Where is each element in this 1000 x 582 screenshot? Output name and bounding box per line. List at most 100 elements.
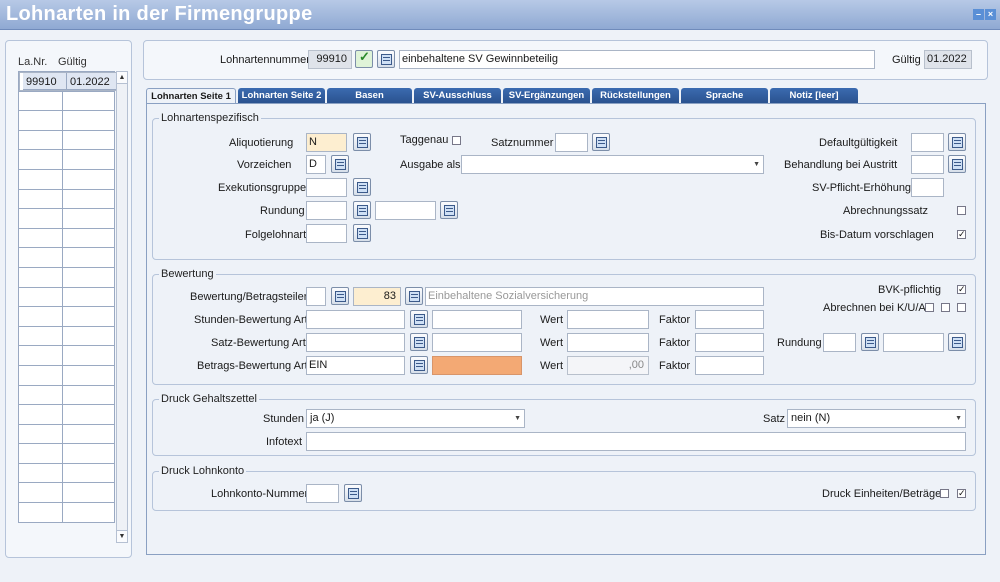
betragsteiler-lookup-2[interactable] [405, 287, 423, 305]
infotext-field[interactable] [306, 432, 966, 451]
scroll-up-arrow[interactable]: ▲ [117, 72, 127, 84]
betrags-bewertung-lookup[interactable] [410, 356, 428, 374]
list-row[interactable]: 99910 01.2022 [19, 72, 121, 91]
list-row[interactable] [19, 91, 115, 112]
list-row[interactable] [19, 111, 115, 131]
list-row[interactable] [19, 405, 115, 425]
folgelohnart-lookup[interactable] [353, 224, 371, 242]
list-row[interactable] [19, 326, 115, 347]
satz-bewertung-field[interactable] [306, 333, 405, 352]
stunden-bewertung-lookup[interactable] [410, 310, 428, 328]
list-row[interactable] [19, 209, 115, 229]
faktor-field-2[interactable] [695, 333, 764, 352]
exekutionsgruppe-field[interactable] [306, 178, 347, 197]
vorzeichen-field[interactable]: D [306, 155, 326, 174]
close-button[interactable]: × [985, 9, 996, 20]
defaultgueltigkeit-field[interactable] [911, 133, 944, 152]
tab-notiz[interactable]: Notiz [leer] [770, 88, 858, 103]
betragsteiler-value[interactable]: 83 [353, 287, 401, 306]
list-row[interactable] [19, 365, 115, 386]
svpflicht-field[interactable] [911, 178, 944, 197]
list-row[interactable] [19, 287, 115, 308]
rundung-lookup[interactable] [353, 201, 371, 219]
list-scrollbar[interactable]: ▲ ▼ [116, 71, 128, 543]
lohnartennummer-field[interactable]: 99910 [308, 50, 352, 69]
scroll-down-arrow[interactable]: ▼ [117, 530, 127, 542]
vorzeichen-lookup[interactable] [331, 155, 349, 173]
stunden-bewertung-text[interactable] [432, 310, 522, 329]
list-row[interactable] [19, 346, 115, 366]
faktor-field-3[interactable] [695, 356, 764, 375]
list-row[interactable] [19, 267, 115, 288]
tab-basen[interactable]: Basen [327, 88, 412, 103]
list-row[interactable] [19, 130, 115, 151]
rundung-field[interactable] [306, 201, 347, 220]
defaultgueltigkeit-lookup[interactable] [948, 133, 966, 151]
list-row[interactable] [19, 424, 115, 445]
list-row[interactable] [19, 189, 115, 210]
minimize-button[interactable]: – [973, 9, 984, 20]
list-row[interactable] [19, 248, 115, 268]
wert-field-3[interactable]: ,00 [567, 356, 649, 375]
kua-checkbox-k[interactable] [925, 303, 934, 312]
betrags-bewertung-field[interactable]: EIN [306, 356, 405, 375]
druck-betraege-checkbox[interactable]: ✓ [957, 489, 966, 498]
kua-checkbox-u[interactable] [941, 303, 950, 312]
ausgabe-select[interactable]: ▼ [461, 155, 764, 174]
satz-bewertung-text[interactable] [432, 333, 522, 352]
confirm-check-button[interactable]: ✓ [355, 49, 373, 68]
tab-sv-ausschluss[interactable]: SV-Ausschluss [414, 88, 501, 103]
list-row[interactable] [19, 503, 115, 523]
druck-satz-select[interactable]: nein (N) ▼ [787, 409, 966, 428]
list-cell-nr: 99910 [23, 73, 67, 90]
list-row[interactable] [19, 483, 115, 504]
tab-lohnarten-seite-1[interactable]: Lohnarten Seite 1 [146, 88, 236, 103]
tab-sprache[interactable]: Sprache [681, 88, 768, 103]
wert-field-1[interactable] [567, 310, 649, 329]
bewertung-rundung-field-2[interactable] [883, 333, 944, 352]
bewertung-rundung-lookup-2[interactable] [948, 333, 966, 351]
tab-rueckstellungen[interactable]: Rückstellungen [592, 88, 679, 103]
aliquotierung-lookup[interactable] [353, 133, 371, 151]
betragsteiler-text[interactable]: Einbehaltene Sozialversicherung [425, 287, 764, 306]
exekutionsgruppe-lookup[interactable] [353, 178, 371, 196]
list-row[interactable] [19, 444, 115, 464]
aliquotierung-field[interactable]: N [306, 133, 347, 152]
abrechnungssatz-checkbox[interactable] [957, 206, 966, 215]
folgelohnart-field[interactable] [306, 224, 347, 243]
bvk-checkbox[interactable]: ✓ [957, 285, 966, 294]
list-row[interactable] [19, 463, 115, 484]
druck-einheiten-checkbox[interactable] [940, 489, 949, 498]
list-row[interactable] [19, 169, 115, 190]
rundung-field-2[interactable] [375, 201, 436, 220]
betrags-bewertung-text[interactable] [432, 356, 522, 375]
lohnkonto-nummer-field[interactable] [306, 484, 339, 503]
list-row[interactable] [19, 307, 115, 327]
bewertung-rundung-field[interactable] [823, 333, 856, 352]
taggenau-checkbox[interactable] [452, 136, 461, 145]
druck-stunden-select[interactable]: ja (J) ▼ [306, 409, 525, 428]
lookup-button[interactable] [377, 50, 395, 68]
list-row[interactable] [19, 385, 115, 406]
wert-field-2[interactable] [567, 333, 649, 352]
faktor-field-1[interactable] [695, 310, 764, 329]
austritt-lookup[interactable] [948, 155, 966, 173]
satznummer-lookup[interactable] [592, 133, 610, 151]
tab-lohnarten-seite-2[interactable]: Lohnarten Seite 2 [238, 88, 325, 103]
betragsteiler-field[interactable] [306, 287, 326, 306]
austritt-field[interactable] [911, 155, 944, 174]
lohnkonto-nummer-lookup[interactable] [344, 484, 362, 502]
rundung-lookup-2[interactable] [440, 201, 458, 219]
bewertung-rundung-lookup[interactable] [861, 333, 879, 351]
bisdatum-checkbox[interactable]: ✓ [957, 230, 966, 239]
list-row[interactable] [19, 228, 115, 249]
betragsteiler-lookup[interactable] [331, 287, 349, 305]
bezeichnung-field[interactable]: einbehaltene SV Gewinnbeteilig [399, 50, 875, 69]
satznummer-field[interactable] [555, 133, 588, 152]
satz-bewertung-lookup[interactable] [410, 333, 428, 351]
gueltig-field[interactable]: 01.2022 [924, 50, 972, 69]
tab-sv-ergaenzungen[interactable]: SV-Ergänzungen [503, 88, 590, 103]
stunden-bewertung-field[interactable] [306, 310, 405, 329]
kua-checkbox-a[interactable] [957, 303, 966, 312]
list-row[interactable] [19, 150, 115, 170]
